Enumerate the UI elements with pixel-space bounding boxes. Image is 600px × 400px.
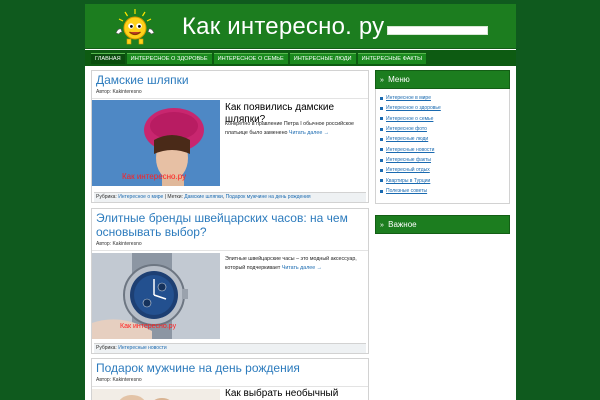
post-meta: Рубрика: Интересные новости	[94, 343, 366, 353]
menu-item[interactable]: Полезные советы	[380, 186, 509, 196]
menu-item[interactable]: Интересное о семье	[380, 114, 509, 124]
post-title[interactable]: Подарок мужчине на день рождения	[92, 359, 368, 375]
tags-label: | Метки:	[164, 194, 183, 200]
menu-link[interactable]: Квартиры в Турции	[386, 178, 430, 184]
menu-list: Интересное в мире Интересное о здоровье …	[375, 89, 510, 204]
nav-item-home[interactable]: Главная	[91, 53, 125, 64]
menu-link[interactable]: Интересные люди	[386, 136, 428, 142]
menu-link[interactable]: Интересное в мире	[386, 95, 431, 101]
menu-item[interactable]: Интересные факты	[380, 155, 509, 165]
rubric-label: Рубрика:	[96, 345, 117, 351]
nav-item-facts[interactable]: Интересные факты	[357, 53, 427, 64]
main-content: Дамские шляпки Автор: Kakinteresno Как и…	[91, 70, 369, 400]
bullet-icon	[380, 106, 383, 110]
bullet-icon	[380, 158, 383, 162]
menu-item[interactable]: Интересное о здоровье	[380, 103, 509, 113]
menu-item[interactable]: Интересное фото	[380, 124, 509, 134]
post-author: Автор: Kakinteresno	[92, 375, 368, 387]
bullet-icon	[380, 189, 383, 193]
rubric-label: Рубрика:	[96, 194, 117, 200]
post-swiss-watches: Элитные бренды швейцарских часов: на чем…	[91, 208, 369, 354]
post-title[interactable]: Элитные бренды швейцарских часов: на чем…	[92, 209, 368, 239]
bullet-icon	[380, 137, 383, 141]
bullet-icon	[380, 168, 383, 172]
post-image[interactable]	[92, 389, 220, 400]
double-chevron-right-icon: »	[380, 222, 384, 229]
menu-link[interactable]: Интересные факты	[386, 157, 431, 163]
rubric-link[interactable]: Интересное о мире	[118, 194, 163, 200]
menu-item[interactable]: Интересные люди	[380, 134, 509, 144]
post-image-watermark: Как интересно.ру	[122, 172, 187, 181]
menu-link[interactable]: Интересное о здоровье	[386, 105, 441, 111]
post-meta: Рубрика: Интересное о мире | Метки: Дамс…	[94, 192, 366, 202]
site-header: Как интересно. ру	[85, 4, 516, 49]
post-excerpt: Конкретно в правление Петра I обычное ро…	[225, 120, 365, 138]
bullet-icon	[380, 127, 383, 131]
post-gift-for-man: Подарок мужчине на день рождения Автор: …	[91, 358, 369, 400]
page-wrapper: Как интересно. ру Главная Интересное о зд…	[85, 4, 516, 400]
search-input[interactable]	[387, 26, 488, 35]
widget-header: » Меню	[375, 70, 510, 89]
menu-link[interactable]: Интересное о семье	[386, 116, 433, 122]
widget-title: Меню	[388, 75, 410, 84]
widget-title: Важное	[388, 220, 417, 229]
post-author: Автор: Kakinteresno	[92, 87, 368, 99]
menu-widget: » Меню Интересное в мире Интересное о зд…	[375, 70, 510, 204]
menu-link[interactable]: Полезные советы	[386, 188, 427, 194]
menu-item[interactable]: Интересное в мире	[380, 93, 509, 103]
rubric-link[interactable]: Интересные новости	[118, 345, 166, 351]
post-image[interactable]: Как интересно.ру	[92, 253, 220, 339]
sidebar: » Меню Интересное в мире Интересное о зд…	[375, 70, 510, 234]
menu-link[interactable]: Интересный отдых	[386, 167, 430, 173]
read-more-link[interactable]: Читать далее →	[289, 130, 329, 136]
bullet-icon	[380, 179, 383, 183]
important-widget: » Важное	[375, 215, 510, 234]
main-navigation: Главная Интересное о здоровье Интересное о…	[85, 50, 516, 66]
nav-item-health[interactable]: Интересное о здоровье	[126, 53, 212, 64]
bullet-icon	[380, 96, 383, 100]
bullet-icon	[380, 148, 383, 152]
post-subtitle: Как выбрать необычный	[225, 388, 339, 399]
post-image-watermark: Как интересно.ру	[120, 323, 177, 330]
menu-item[interactable]: Квартиры в Турции	[380, 176, 509, 186]
tag-link[interactable]: Дамские шляпки	[184, 194, 223, 200]
menu-item[interactable]: Интересные новости	[380, 145, 509, 155]
post-ladies-hats: Дамские шляпки Автор: Kakinteresno Как и…	[91, 70, 369, 203]
bullet-icon	[380, 117, 383, 121]
post-excerpt: Элитные швейцарские часы – это модный ак…	[225, 255, 367, 273]
nav-item-family[interactable]: Интересное о семье	[213, 53, 288, 64]
menu-link[interactable]: Интересное фото	[386, 126, 427, 132]
widget-header: » Важное	[375, 215, 510, 234]
post-title[interactable]: Дамские шляпки	[92, 71, 368, 87]
post-image[interactable]: Как интересно.ру	[92, 100, 220, 186]
double-chevron-right-icon: »	[380, 77, 384, 84]
post-author: Автор: Kakinteresno	[92, 239, 368, 251]
read-more-link[interactable]: Читать далее →	[282, 265, 322, 271]
menu-link[interactable]: Интересные новости	[386, 147, 434, 153]
menu-item[interactable]: Интересный отдых	[380, 165, 509, 175]
nav-item-people[interactable]: Интересные люди	[289, 53, 356, 64]
smiley-logo-icon[interactable]	[113, 8, 157, 46]
tag-link[interactable]: Подарок мужчине на день рождения	[226, 194, 311, 200]
site-title[interactable]: Как интересно. ру	[182, 13, 384, 41]
